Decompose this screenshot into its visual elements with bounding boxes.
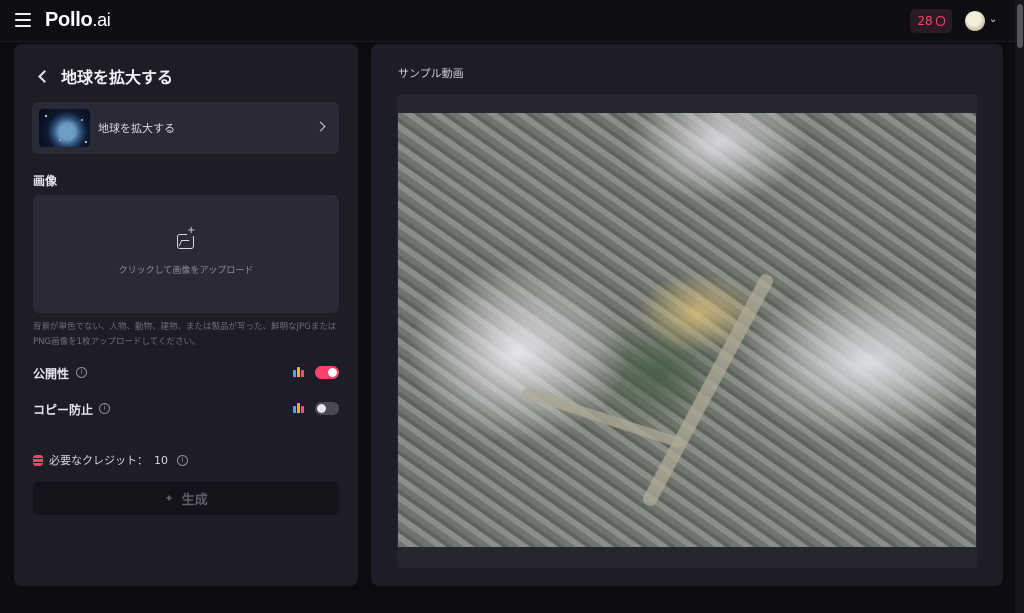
info-icon[interactable]: i	[177, 454, 188, 466]
info-icon[interactable]: i	[76, 367, 87, 378]
upload-hint: 背景が単色でない、人物、動物、建物、または製品が写った、鮮明なJPGまたはPNG…	[33, 322, 337, 347]
credits-badge[interactable]: 28	[910, 9, 952, 33]
copy-protection-row: コピー防止 i	[33, 401, 339, 417]
image-upload-area[interactable]: クリックして画像をアップロード	[33, 195, 339, 313]
road	[640, 271, 776, 509]
crown-icon	[293, 367, 304, 377]
public-row: 公開性 i	[33, 365, 339, 381]
back-arrow-icon[interactable]	[38, 69, 51, 83]
required-credits: 必要なクレジット： 10 i	[33, 452, 188, 468]
chevron-right-icon	[315, 121, 326, 132]
credits-stack-icon	[33, 454, 43, 466]
sparkle-icon: ✦	[164, 492, 174, 505]
public-label: 公開性	[33, 367, 70, 381]
crown-icon	[293, 403, 304, 413]
panel-header: 地球を拡大する	[36, 64, 173, 88]
template-label: 地球を拡大する	[98, 122, 175, 135]
sample-video-label: サンプル動画	[398, 67, 464, 80]
top-bar: Pollo.ai 28 ⌄	[0, 0, 1024, 42]
logo-text: Pollo	[45, 9, 93, 31]
public-toggle[interactable]	[315, 366, 339, 379]
generate-label: 生成	[181, 493, 208, 508]
earth-thumbnail	[39, 109, 90, 147]
info-icon[interactable]: i	[99, 403, 110, 414]
scrollbar[interactable]	[1015, 0, 1024, 613]
menu-icon[interactable]	[15, 13, 31, 27]
video-container	[397, 94, 977, 568]
copy-protection-toggle[interactable]	[315, 402, 339, 415]
image-upload-icon	[177, 226, 196, 249]
logo[interactable]: Pollo.ai	[45, 9, 111, 32]
chevron-down-icon[interactable]: ⌄	[989, 14, 997, 25]
template-selector[interactable]: 地球を拡大する	[32, 102, 339, 154]
image-section-label: 画像	[33, 174, 58, 188]
road	[520, 386, 686, 450]
preview-panel: サンプル動画	[371, 44, 1003, 586]
copy-protection-label: コピー防止	[33, 403, 94, 417]
coin-icon	[935, 16, 945, 26]
settings-panel: 地球を拡大する 地球を拡大する 画像 クリックして画像をアップロード 背景が単色…	[14, 44, 358, 586]
generate-button[interactable]: ✦ 生成	[33, 482, 339, 515]
sample-video[interactable]	[398, 113, 976, 547]
required-credits-label: 必要なクレジット：	[49, 454, 148, 467]
credits-count: 28	[917, 14, 933, 28]
panel-title: 地球を拡大する	[61, 68, 174, 87]
required-credits-value: 10	[154, 453, 168, 467]
avatar[interactable]	[965, 11, 985, 31]
scrollbar-thumb[interactable]	[1017, 4, 1023, 48]
logo-suffix: .ai	[92, 10, 111, 30]
upload-instruction: クリックして画像をアップロード	[118, 266, 254, 276]
